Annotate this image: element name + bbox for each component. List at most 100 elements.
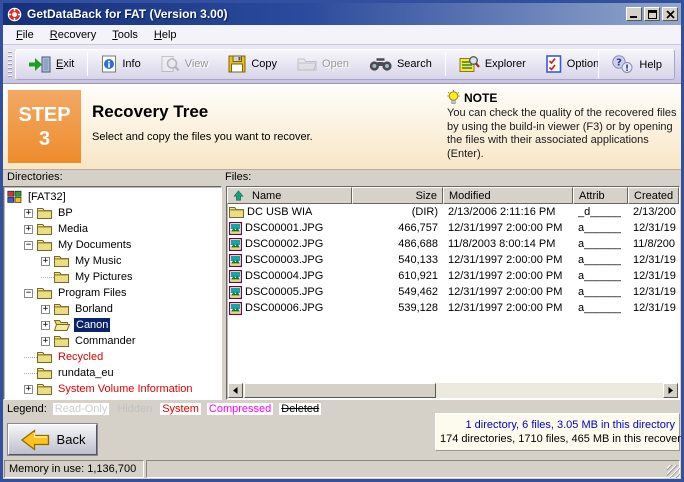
tree-item-my-documents[interactable]: −My Documents <box>4 237 221 253</box>
minimize-button[interactable] <box>626 7 642 21</box>
collapse-icon[interactable]: − <box>24 241 33 250</box>
column-header-attrib[interactable]: Attrib <box>573 187 628 204</box>
image-icon <box>229 238 242 251</box>
column-header-modified[interactable]: Modified <box>443 187 573 204</box>
tree-item-canon[interactable]: + Canon <box>4 317 221 333</box>
legend-bar: Legend: Read-OnlyHiddenSystemCompressedD… <box>7 403 321 415</box>
tree-item-label: My Pictures <box>73 270 134 284</box>
file-attrib: a______ <box>573 254 628 266</box>
horizontal-scrollbar[interactable] <box>228 383 678 398</box>
file-name-cell: DSC00003.JPG <box>227 254 352 267</box>
toolbar-gripper[interactable] <box>8 51 12 77</box>
explorer-button[interactable]: Explorer <box>449 51 536 77</box>
explorer-button-label: Explorer <box>485 58 526 70</box>
tree-item-my-pictures[interactable]: My Pictures <box>4 269 221 285</box>
window-title: GetDataBack for FAT (Version 3.00) <box>27 7 624 21</box>
menu-file[interactable]: File <box>8 27 42 43</box>
menu-recovery[interactable]: Recovery <box>42 27 104 43</box>
column-header-label: Attrib <box>579 190 605 202</box>
image-icon <box>229 222 242 235</box>
file-row-dsc00004-jpg[interactable]: DSC00004.JPG610,92112/31/1997 2:00:00 PM… <box>227 268 679 284</box>
tree-item-label: Media <box>56 222 90 236</box>
open-button: Open <box>287 52 359 76</box>
note-text: You can check the quality of the recover… <box>447 107 681 161</box>
tree-item-fat32[interactable]: [FAT32] <box>4 189 221 205</box>
file-created: 12/31/19 <box>628 254 679 266</box>
help-button[interactable]: ?! Help <box>601 51 672 78</box>
expand-icon[interactable]: + <box>24 225 33 234</box>
folder-icon <box>37 239 52 251</box>
scroll-left-button[interactable] <box>228 383 243 398</box>
tree-item-system-volume-information[interactable]: +System Volume Information <box>4 381 221 397</box>
file-modified: 12/31/1997 2:00:00 PM <box>443 286 573 298</box>
file-row-dc-usb-wia[interactable]: DC USB WIA(DIR)2/13/2006 2:11:16 PM_d___… <box>227 204 679 220</box>
file-modified: 12/31/1997 2:00:00 PM <box>443 254 573 266</box>
tree-item-media[interactable]: + Media <box>4 221 221 237</box>
file-attrib: a______ <box>573 238 628 250</box>
tree-item-borland[interactable]: + Borland <box>4 301 221 317</box>
column-header-created[interactable]: Created <box>628 187 679 204</box>
expand-icon[interactable]: + <box>24 209 33 218</box>
file-row-dsc00001-jpg[interactable]: DSC00001.JPG466,75712/31/1997 2:00:00 PM… <box>227 220 679 236</box>
tree-item-bp[interactable]: +BP <box>4 205 221 221</box>
column-header-size[interactable]: Size <box>352 187 443 204</box>
explorer-icon <box>459 55 480 73</box>
status-panel-empty <box>146 460 680 478</box>
arrow-right-icon <box>667 387 674 394</box>
file-row-dsc00002-jpg[interactable]: DSC00002.JPG486,68811/8/2003 8:00:14 PMa… <box>227 236 679 252</box>
title-bar[interactable]: GetDataBack for FAT (Version 3.00) <box>3 3 681 25</box>
file-name: DSC00004.JPG <box>245 270 323 282</box>
page-subtitle: Select and copy the files you want to re… <box>92 131 313 143</box>
file-name: DSC00002.JPG <box>245 238 323 250</box>
legend-label: Legend: <box>7 403 47 415</box>
file-created: 12/31/19 <box>628 302 679 314</box>
file-row-dsc00006-jpg[interactable]: DSC00006.JPG539,12812/31/1997 2:00:00 PM… <box>227 300 679 316</box>
copy-button[interactable]: Copy <box>218 51 287 77</box>
tree-item-label: [FAT32] <box>26 190 68 204</box>
scroll-right-button[interactable] <box>663 383 678 398</box>
search-button[interactable]: Search <box>359 53 442 76</box>
tree-item-my-music[interactable]: +My Music <box>4 253 221 269</box>
copy-button-label: Copy <box>251 58 277 70</box>
file-row-dsc00003-jpg[interactable]: DSC00003.JPG540,13312/31/1997 2:00:00 PM… <box>227 252 679 268</box>
tree-item-label: Recycled <box>56 350 105 364</box>
file-row-dsc00005-jpg[interactable]: DSC00005.JPG549,46212/31/1997 2:00:00 PM… <box>227 284 679 300</box>
menu-tools[interactable]: Tools <box>104 27 146 43</box>
menu-help[interactable]: Help <box>146 27 185 43</box>
expand-icon[interactable]: + <box>24 385 33 394</box>
info-button[interactable]: Info <box>91 51 150 77</box>
collapse-icon[interactable]: − <box>24 289 33 298</box>
close-button[interactable] <box>662 7 678 21</box>
svg-text:?: ? <box>616 57 622 68</box>
page-title: Recovery Tree <box>92 102 208 122</box>
drive-icon <box>7 190 22 204</box>
help-icon: ?! <box>611 55 634 74</box>
tree-item-recycled[interactable]: Recycled <box>4 349 221 365</box>
back-button[interactable]: Back <box>8 424 97 455</box>
copy-icon <box>228 55 246 73</box>
step-banner: STEP 3 Recovery Tree Select and copy the… <box>3 84 681 170</box>
column-header-name[interactable]: Name <box>227 187 352 204</box>
tree-item-program-files[interactable]: −Program Files <box>4 285 221 301</box>
expand-icon[interactable]: + <box>41 321 50 330</box>
tree-item-label: Borland <box>73 302 115 316</box>
file-name-cell: DSC00002.JPG <box>227 238 352 251</box>
file-name-cell: DSC00004.JPG <box>227 270 352 283</box>
resize-grip[interactable] <box>667 465 680 478</box>
expand-icon[interactable]: + <box>41 257 50 266</box>
exit-button[interactable]: Exit <box>18 52 84 77</box>
tree-item-label: Canon <box>74 318 110 332</box>
file-attrib: a______ <box>573 286 628 298</box>
step-indicator: STEP 3 <box>8 90 81 163</box>
file-modified: 12/31/1997 2:00:00 PM <box>443 270 573 282</box>
maximize-button[interactable] <box>644 7 660 21</box>
scrollbar-thumb[interactable] <box>244 383 436 398</box>
tree-item-rundata-eu[interactable]: rundata_eu <box>4 365 221 381</box>
expand-icon[interactable]: + <box>41 305 50 314</box>
tree-item-commander[interactable]: +Commander <box>4 333 221 349</box>
file-created: 11/8/200 <box>628 238 679 250</box>
files-label: Files: <box>225 171 251 183</box>
folder-icon <box>37 207 52 219</box>
expand-icon[interactable]: + <box>41 337 50 346</box>
folder-icon <box>54 335 69 347</box>
